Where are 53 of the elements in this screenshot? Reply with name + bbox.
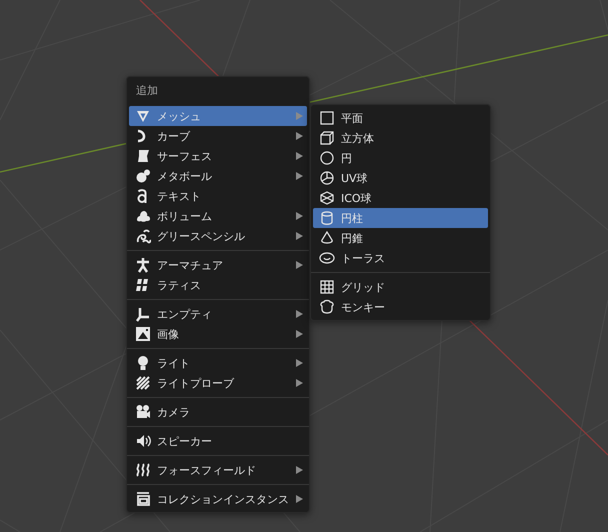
- menu-item[interactable]: メタボール: [129, 166, 307, 186]
- wave-icon: [135, 462, 151, 478]
- stroke-icon: [135, 228, 151, 244]
- menu-item[interactable]: ライトプローブ: [129, 373, 307, 393]
- monkey-icon: [319, 299, 335, 315]
- menu-item[interactable]: サーフェス: [129, 146, 307, 166]
- menu-item[interactable]: 立方体: [313, 128, 488, 148]
- figure-icon: [135, 257, 151, 273]
- menu-item[interactable]: 画像: [129, 324, 307, 344]
- menu-item[interactable]: ライト: [129, 353, 307, 373]
- menu-item[interactable]: 平面: [313, 108, 488, 128]
- menu-item[interactable]: メッシュ: [129, 106, 307, 126]
- menu-item[interactable]: 円錐: [313, 228, 488, 248]
- menu-item[interactable]: グリッド: [313, 277, 488, 297]
- polyhedron-icon: [319, 190, 335, 206]
- menu-item[interactable]: ICO球: [313, 188, 488, 208]
- menu-item[interactable]: トーラス: [313, 248, 488, 268]
- menu-item[interactable]: UV球: [313, 168, 488, 188]
- menu-item[interactable]: 円: [313, 148, 488, 168]
- camera-icon: [135, 404, 151, 420]
- menu-item[interactable]: コレクションインスタンス: [129, 489, 307, 509]
- menu-item[interactable]: ラティス: [129, 275, 307, 295]
- lattice-icon: [135, 277, 151, 293]
- cylinder-icon: [319, 210, 335, 226]
- speaker-icon: [135, 433, 151, 449]
- torus-icon: [319, 250, 335, 266]
- triangle-icon: [135, 108, 151, 124]
- hatch-icon: [135, 375, 151, 391]
- circle-icon: [319, 150, 335, 166]
- surface-icon: [135, 148, 151, 164]
- menu-item[interactable]: フォースフィールド: [129, 460, 307, 480]
- axis-icon: [135, 306, 151, 322]
- cone-icon: [319, 230, 335, 246]
- blob-icon: [135, 168, 151, 184]
- menu-item[interactable]: 円柱: [313, 208, 488, 228]
- cloud-icon: [135, 208, 151, 224]
- grid-icon: [319, 279, 335, 295]
- image-icon: [135, 326, 151, 342]
- menu-item[interactable]: ボリューム: [129, 206, 307, 226]
- menu-title: 追加: [135, 83, 159, 99]
- bulb-icon: [135, 355, 151, 371]
- cube-icon: [319, 130, 335, 146]
- square-icon: [319, 110, 335, 126]
- menu-item[interactable]: エンプティ: [129, 304, 307, 324]
- menu-item[interactable]: テキスト: [129, 186, 307, 206]
- box-icon: [135, 491, 151, 507]
- menu-item[interactable]: アーマチュア: [129, 255, 307, 275]
- menu-item[interactable]: カーブ: [129, 126, 307, 146]
- menu-item[interactable]: カメラ: [129, 402, 307, 422]
- menu-item[interactable]: グリースペンシル: [129, 226, 307, 246]
- sphere-icon: [319, 170, 335, 186]
- menu-item[interactable]: モンキー: [313, 297, 488, 317]
- menu-item[interactable]: スピーカー: [129, 431, 307, 451]
